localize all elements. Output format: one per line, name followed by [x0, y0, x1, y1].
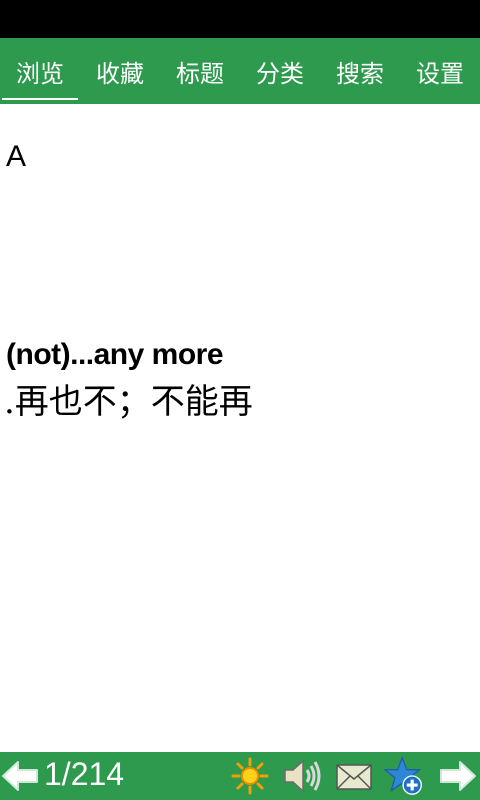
mail-icon[interactable]: [334, 756, 374, 796]
page-counter: 1/214: [44, 756, 125, 792]
next-arrow-icon[interactable]: [438, 758, 478, 794]
entry-content: A (not)...any more .再也不；不能再: [0, 104, 480, 752]
tab-search[interactable]: 搜索: [320, 38, 400, 104]
tab-titles[interactable]: 标题: [160, 38, 240, 104]
entry-phrase: (not)...any more: [6, 338, 224, 371]
tab-browse[interactable]: 浏览: [0, 38, 80, 104]
tab-settings[interactable]: 设置: [400, 38, 480, 104]
status-bar: [0, 0, 480, 38]
prev-arrow-icon[interactable]: [0, 758, 40, 794]
favorite-add-icon[interactable]: [384, 756, 424, 796]
entry-letter: A: [6, 140, 27, 173]
entry-meaning: .再也不；不能再: [4, 382, 253, 422]
sun-icon[interactable]: [230, 756, 270, 796]
tab-bar: 浏览 收藏 标题 分类 搜索 设置: [0, 38, 480, 104]
bottom-toolbar: 1/214: [0, 752, 480, 800]
tab-favorites[interactable]: 收藏: [80, 38, 160, 104]
speaker-icon[interactable]: [282, 756, 322, 796]
tab-categories[interactable]: 分类: [240, 38, 320, 104]
